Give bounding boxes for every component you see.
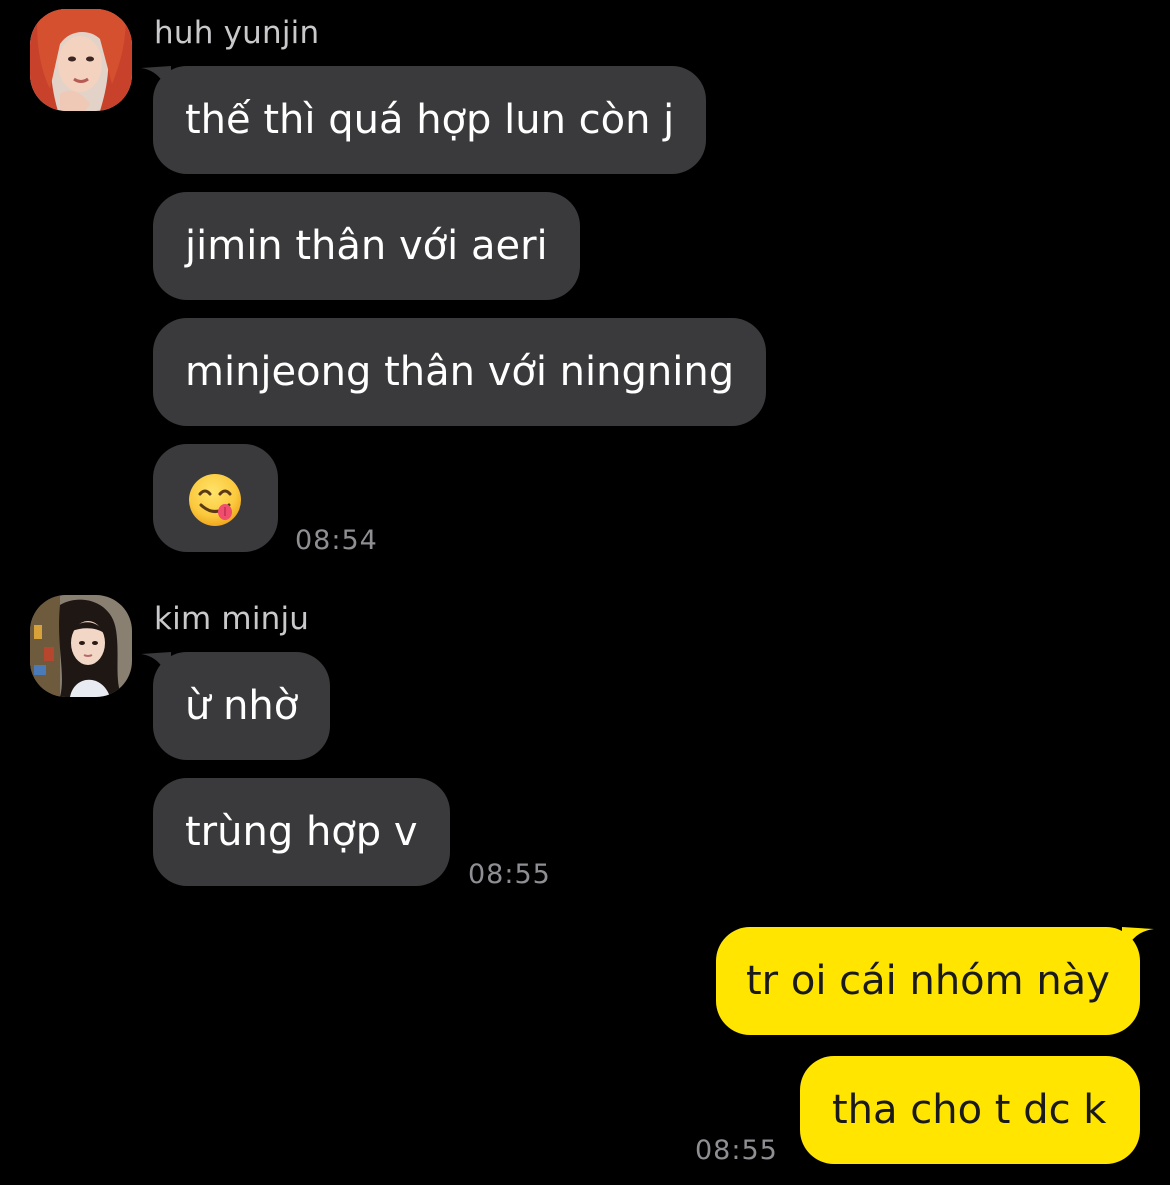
- message-bubble[interactable]: trùng hợp v: [153, 778, 450, 886]
- avatar-yunjin[interactable]: [30, 9, 132, 111]
- message-bubble[interactable]: tr oi cái nhóm này: [716, 927, 1140, 1035]
- avatar-minju[interactable]: [30, 595, 132, 697]
- sender-name-yunjin: huh yunjin: [154, 15, 320, 51]
- message-bubble[interactable]: jimin thân với aeri: [153, 192, 580, 300]
- message-bubble[interactable]: thế thì quá hợp lun còn j: [153, 66, 707, 174]
- face-savoring-food-emoji-icon: [189, 474, 241, 526]
- timestamp: 08:55: [468, 859, 551, 890]
- message-bubble[interactable]: minjeong thân với ningning: [153, 318, 767, 426]
- profile-photo-red-hair-icon: [30, 9, 132, 111]
- timestamp: 08:55: [695, 1135, 778, 1166]
- message-bubble[interactable]: ừ nhờ: [153, 652, 331, 760]
- message-bubble[interactable]: tha cho t dc k: [800, 1056, 1140, 1164]
- profile-photo-dark-hair-icon: [30, 595, 132, 697]
- emoji-message-bubble[interactable]: [153, 444, 278, 552]
- timestamp: 08:54: [295, 525, 378, 556]
- sender-name-minju: kim minju: [154, 601, 310, 637]
